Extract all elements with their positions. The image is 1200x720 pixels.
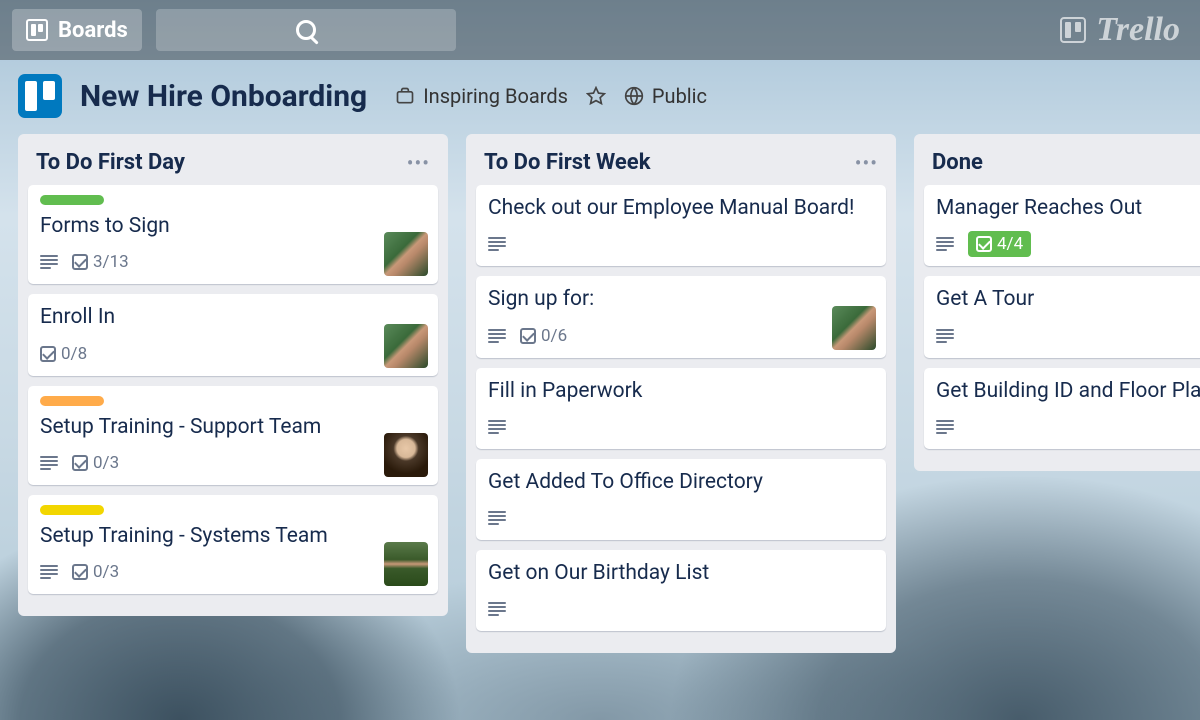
list-title[interactable]: To Do First Day [36,150,185,175]
avatar[interactable] [384,542,428,586]
card-title: Setup Training - Systems Team [40,523,426,550]
card-title: Enroll In [40,304,426,331]
checklist-badge: 4/4 [968,231,1031,257]
avatar[interactable] [384,433,428,477]
card-title: Check out our Employee Manual Board! [488,195,874,222]
check-icon [72,455,88,471]
trello-icon [1060,17,1086,43]
description-icon [936,237,954,251]
list-menu-button[interactable]: ••• [407,151,430,175]
card[interactable]: Check out our Employee Manual Board! [476,185,886,266]
checklist-badge: 0/8 [40,344,87,364]
description-icon [488,237,506,251]
briefcase-icon [395,86,415,106]
card-title: Forms to Sign [40,213,426,240]
card[interactable]: Enroll In 0/8 [28,294,438,375]
description-icon [488,511,506,525]
card-title: Fill in Paperwork [488,378,874,405]
card[interactable]: Get on Our Birthday List [476,550,886,631]
checklist-badge: 0/3 [72,453,119,473]
card-title: Get A Tour [936,286,1200,313]
card[interactable]: Fill in Paperwork [476,368,886,449]
check-icon [40,346,56,362]
boards-label: Boards [58,18,128,43]
visibility-label: Public [652,84,707,108]
description-icon [936,329,954,343]
card[interactable]: Manager Reaches Out 4/4 [924,185,1200,266]
checklist-badge: 0/3 [72,562,119,582]
card[interactable]: Forms to Sign 3/13 [28,185,438,284]
topbar: Boards Trello [0,0,1200,60]
star-icon [586,86,606,106]
card-title: Manager Reaches Out [936,195,1200,222]
description-icon [488,420,506,434]
list-todo-first-week: To Do First Week ••• Check out our Emplo… [466,134,896,653]
check-icon [976,236,992,252]
card-title: Get on Our Birthday List [488,560,874,587]
org-link[interactable]: Inspiring Boards [395,84,568,108]
board-title[interactable]: New Hire Onboarding [80,79,367,114]
list-title[interactable]: Done [932,150,983,175]
description-icon [40,456,58,470]
search-input[interactable] [156,9,456,51]
card[interactable]: Get A Tour [924,276,1200,357]
avatar[interactable] [832,306,876,350]
description-icon [488,329,506,343]
card-title: Get Building ID and Floor Plan [936,378,1200,405]
card[interactable]: Setup Training - Systems Team 0/3 [28,495,438,594]
card-title: Get Added To Office Directory [488,469,874,496]
board-header: New Hire Onboarding Inspiring Boards Pub… [0,60,1200,134]
card-label [40,505,104,515]
boards-button[interactable]: Boards [12,9,142,51]
boards-icon [26,19,48,41]
board-columns: To Do First Day ••• Forms to Sign 3/13 E… [0,134,1200,653]
card-label [40,396,104,406]
checklist-badge: 3/13 [72,252,129,272]
card-title: Setup Training - Support Team [40,414,426,441]
card[interactable]: Get Added To Office Directory [476,459,886,540]
brand-text: Trello [1096,11,1180,49]
list-done: Done Manager Reaches Out 4/4 Get A Tour … [914,134,1200,471]
check-icon [72,564,88,580]
list-todo-first-day: To Do First Day ••• Forms to Sign 3/13 E… [18,134,448,616]
description-icon [40,565,58,579]
card-title: Sign up for: [488,286,874,313]
search-icon [296,20,316,40]
brand-logo[interactable]: Trello [1060,11,1188,49]
description-icon [936,420,954,434]
star-button[interactable] [586,86,606,106]
card-label [40,195,104,205]
description-icon [40,255,58,269]
check-icon [72,254,88,270]
avatar[interactable] [384,232,428,276]
list-title[interactable]: To Do First Week [484,150,650,175]
check-icon [520,328,536,344]
avatar[interactable] [384,324,428,368]
description-icon [488,602,506,616]
visibility-button[interactable]: Public [624,84,707,108]
list-menu-button[interactable]: ••• [855,151,878,175]
card[interactable]: Get Building ID and Floor Plan [924,368,1200,449]
checklist-badge: 0/6 [520,326,567,346]
globe-icon [624,86,644,106]
card[interactable]: Setup Training - Support Team 0/3 [28,386,438,485]
board-logo-icon [18,74,62,118]
card[interactable]: Sign up for: 0/6 [476,276,886,357]
org-label: Inspiring Boards [423,84,568,108]
